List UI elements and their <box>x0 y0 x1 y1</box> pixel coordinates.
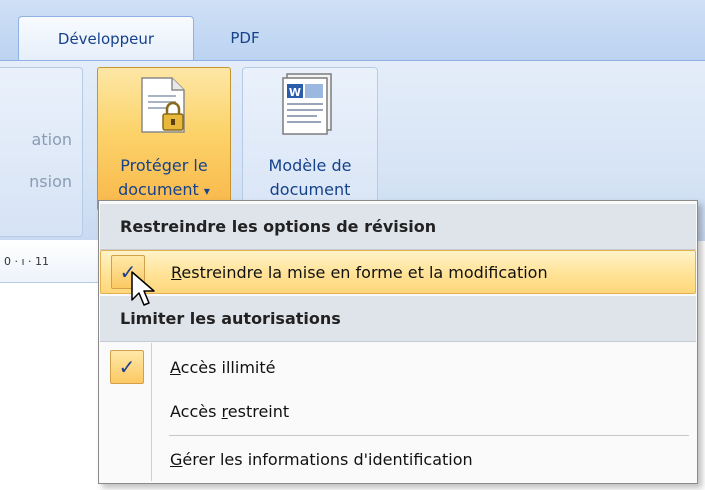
mnemonic: A <box>170 357 181 377</box>
mnemonic: R <box>171 262 182 282</box>
protect-document-button[interactable]: Protéger le document ▾ <box>97 67 231 211</box>
check-icon: ✓ <box>110 350 144 384</box>
menu-item-label: Accès restreint <box>170 402 289 421</box>
menu-item-restricted-access[interactable]: Accès restreint <box>100 389 696 433</box>
mnemonic: G <box>170 449 183 469</box>
tab-pdf[interactable]: PDF <box>205 16 285 60</box>
cut-label-1[interactable]: ation <box>32 130 72 149</box>
chevron-down-icon: ▾ <box>203 184 210 198</box>
header-text: Restreindre les options de révision <box>120 217 437 236</box>
menu-section-header: Limiter les autorisations <box>100 296 696 342</box>
menu-section-header: Restreindre les options de révision <box>100 204 696 250</box>
menu-item-label: Restreindre la mise en forme et la modif… <box>171 263 548 282</box>
label-rest: ccès illimité <box>180 357 276 377</box>
menu-item-restrict-formatting[interactable]: ✓ Restreindre la mise en forme et la mod… <box>100 250 696 294</box>
protect-document-menu: Restreindre les options de révision ✓ Re… <box>98 200 698 484</box>
svg-text:W: W <box>289 86 301 99</box>
tab-label: Développeur <box>57 30 155 48</box>
menu-separator <box>169 435 689 436</box>
document-template-button[interactable]: W Modèle de document <box>243 68 377 208</box>
label-before: Accès <box>170 401 222 421</box>
menu-item-manage-credentials[interactable]: Gérer les informations d'identification <box>100 437 696 481</box>
tab-label: PDF <box>230 29 260 47</box>
tab-developpeur[interactable]: Développeur <box>18 16 194 61</box>
label-rest: érer les informations d'identification <box>182 449 473 469</box>
template-label-line1: Modèle de <box>268 156 352 175</box>
horizontal-ruler: 0 · ı · 11 <box>0 240 102 283</box>
menu-item-label: Accès illimité <box>170 358 275 377</box>
word-template-icon: W <box>282 73 332 135</box>
ribbon-tab-strip: Développeur PDF <box>0 0 705 61</box>
cut-label-2[interactable]: nsion <box>29 172 72 191</box>
label-rest: estreindre la mise en forme et la modifi… <box>181 262 548 282</box>
menu-item-unlimited-access[interactable]: ✓ Accès illimité <box>100 345 696 389</box>
label-after: estreint <box>227 401 290 421</box>
menu-item-label: Gérer les informations d'identification <box>170 450 473 469</box>
ruler-text: 0 · ı · 11 <box>4 254 50 268</box>
header-text: Limiter les autorisations <box>120 309 341 328</box>
mouse-pointer-icon <box>131 271 155 306</box>
cut-off-group: ation nsion <box>0 67 83 237</box>
protect-label-text: document <box>118 180 199 199</box>
template-label-line2: document <box>269 180 351 199</box>
protect-label-line1: Protéger le <box>120 156 208 175</box>
document-lock-icon <box>141 77 185 133</box>
